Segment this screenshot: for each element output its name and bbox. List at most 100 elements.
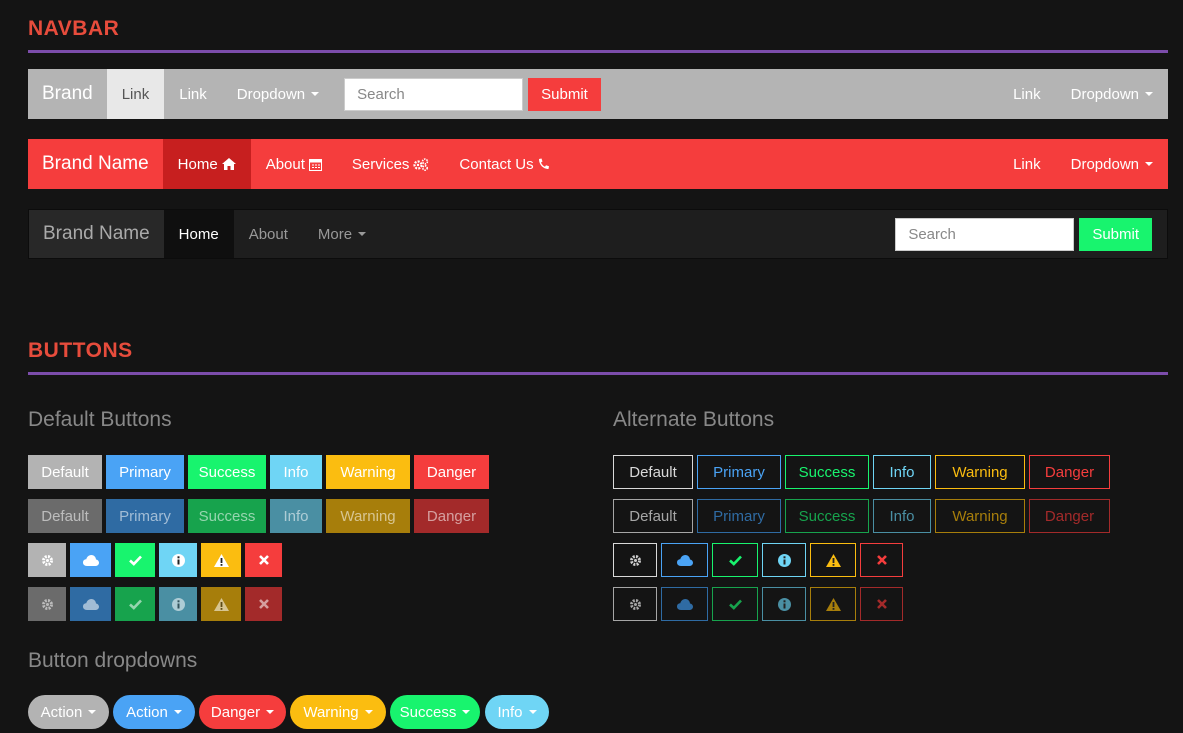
alternate-success-button[interactable]: Success (785, 455, 869, 489)
default-warning-icon-button-disabled[interactable] (201, 587, 241, 621)
default-info-button-disabled[interactable]: Info (270, 499, 322, 533)
dropdown-action-button[interactable]: Action (113, 695, 195, 729)
info-icon (777, 553, 791, 567)
default-buttons-heading: Default Buttons (28, 408, 172, 431)
alternate-cloud-icon-button[interactable] (661, 543, 708, 577)
default-primary-button-disabled[interactable]: Primary (106, 499, 184, 533)
alternate-danger-button[interactable]: Danger (1029, 455, 1110, 489)
dropdown-label: Danger (210, 703, 261, 721)
nav-contact-label: Contact Us (459, 155, 534, 173)
default-warning-button[interactable]: Warning (326, 455, 410, 489)
navbar-brand[interactable]: Brand Name (29, 210, 164, 258)
dropdown-danger-button[interactable]: Danger (199, 695, 286, 729)
alternate-info-button[interactable]: Info (873, 455, 931, 489)
default-check-icon-button[interactable] (115, 543, 155, 577)
default-warning-button-disabled[interactable]: Warning (326, 499, 410, 533)
default-info-button[interactable]: Info (270, 455, 322, 489)
default-close-icon-button-disabled[interactable] (245, 587, 282, 621)
default-success-button[interactable]: Success (188, 455, 266, 489)
navbar-brand[interactable]: Brand Name (28, 139, 163, 189)
submit-button[interactable]: Submit (1079, 217, 1152, 251)
alternate-close-icon-button-disabled[interactable] (860, 587, 903, 621)
nav-right-dropdown[interactable]: Dropdown (1056, 139, 1168, 189)
gear-icon (41, 598, 54, 611)
close-icon (876, 599, 887, 609)
nav-right-link[interactable]: Link (998, 139, 1056, 189)
search-input[interactable] (895, 217, 1075, 251)
alternate-primary-button-disabled[interactable]: Primary (697, 499, 781, 533)
alternate-warning-icon-button[interactable] (810, 543, 856, 577)
dropdown-action-button[interactable]: Action (28, 695, 109, 729)
nav-about[interactable]: About (234, 210, 303, 258)
alternate-cloud-icon-button-disabled[interactable] (661, 587, 708, 621)
alternate-warning-button-disabled[interactable]: Warning (935, 499, 1025, 533)
navbar-section-rule (28, 50, 1168, 53)
caret-down-icon (462, 710, 471, 714)
cloud-icon (676, 554, 693, 566)
default-close-icon-button[interactable] (245, 543, 282, 577)
dropdown-warning-button[interactable]: Warning (290, 695, 386, 729)
default-gear-icon-button[interactable] (28, 543, 66, 577)
navbar-brand[interactable]: Brand (28, 69, 107, 119)
default-warning-icon-button[interactable] (201, 543, 241, 577)
alternate-default-button-disabled[interactable]: Default (613, 499, 693, 533)
alternate-gear-icon-button-disabled[interactable] (613, 587, 657, 621)
close-icon (258, 599, 269, 609)
default-default-button-disabled[interactable]: Default (28, 499, 102, 533)
default-success-button-disabled[interactable]: Success (188, 499, 266, 533)
nav-about[interactable]: About (251, 139, 337, 189)
alternate-close-icon-button[interactable] (860, 543, 903, 577)
default-cloud-icon-button[interactable] (70, 543, 111, 577)
default-cloud-icon-button-disabled[interactable] (70, 587, 111, 621)
nav-services[interactable]: Services (337, 139, 445, 189)
check-icon (128, 555, 142, 566)
caret-down-icon (528, 710, 537, 714)
default-info-icon-button-disabled[interactable] (159, 587, 197, 621)
close-icon (876, 555, 887, 565)
dropdown-success-button[interactable]: Success (390, 695, 480, 729)
default-check-icon-button-disabled[interactable] (115, 587, 155, 621)
nav-right-dropdown-label: Dropdown (1070, 155, 1139, 173)
gear-icon (41, 554, 54, 567)
cogs-icon (413, 157, 429, 171)
default-danger-button[interactable]: Danger (414, 455, 489, 489)
default-primary-button[interactable]: Primary (106, 455, 184, 489)
nav-link[interactable]: Link (164, 69, 222, 119)
dropdown-label: Action (126, 703, 168, 721)
nav-contact[interactable]: Contact Us (444, 139, 563, 189)
nav-right-dropdown[interactable]: Dropdown (1056, 69, 1168, 119)
nav-dropdown[interactable]: Dropdown (222, 69, 334, 119)
alternate-check-icon-button-disabled[interactable] (712, 587, 758, 621)
alternate-warning-icon-button-disabled[interactable] (810, 587, 856, 621)
nav-right-dropdown-label: Dropdown (1070, 85, 1139, 103)
submit-button[interactable]: Submit (528, 77, 601, 111)
alternate-default-button[interactable]: Default (613, 455, 693, 489)
alternate-primary-button[interactable]: Primary (697, 455, 781, 489)
button-dropdowns-heading: Button dropdowns (28, 649, 198, 672)
alternate-gear-icon-button[interactable] (613, 543, 657, 577)
caret-down-icon (88, 710, 97, 714)
default-danger-button-disabled[interactable]: Danger (414, 499, 489, 533)
caret-down-icon (358, 232, 367, 236)
nav-dropdown-label: Dropdown (236, 85, 306, 103)
nav-right-link[interactable]: Link (998, 69, 1056, 119)
alternate-info-button-disabled[interactable]: Info (873, 499, 931, 533)
default-default-button[interactable]: Default (28, 455, 102, 489)
alternate-warning-button[interactable]: Warning (935, 455, 1025, 489)
alternate-danger-button-disabled[interactable]: Danger (1029, 499, 1110, 533)
cloud-icon (82, 598, 99, 610)
alternate-info-icon-button[interactable] (762, 543, 806, 577)
alternate-info-icon-button-disabled[interactable] (762, 587, 806, 621)
default-gear-icon-button-disabled[interactable] (28, 587, 66, 621)
alternate-success-button-disabled[interactable]: Success (785, 499, 869, 533)
nav-home[interactable]: Home (162, 139, 251, 189)
nav-home[interactable]: Home (163, 210, 234, 258)
alternate-check-icon-button[interactable] (712, 543, 758, 577)
navbar-red: Brand Name Home About Services Contact U… (28, 139, 1168, 189)
default-info-icon-button[interactable] (159, 543, 197, 577)
nav-link-active[interactable]: Link (106, 69, 165, 119)
search-input[interactable] (344, 77, 524, 111)
dropdown-info-button[interactable]: Info (485, 695, 549, 729)
dropdown-label: Warning (303, 703, 359, 721)
nav-more-dropdown[interactable]: More (303, 210, 381, 258)
